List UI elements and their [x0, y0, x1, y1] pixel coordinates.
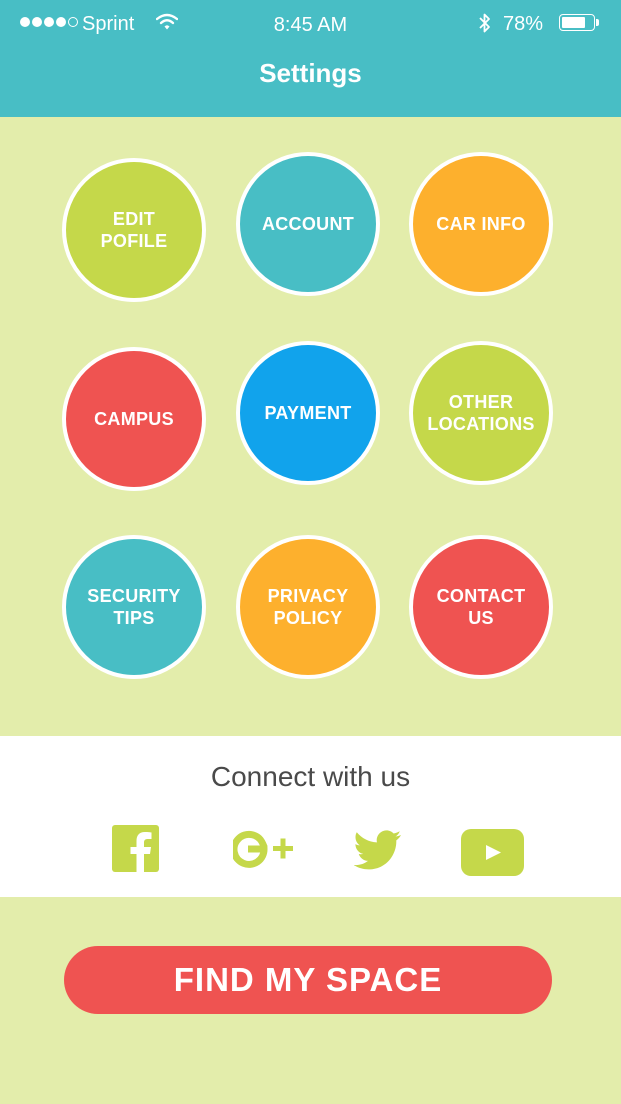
menu-item-label: CAR INFO — [436, 214, 526, 234]
menu-item-other-locations[interactable]: OTHER LOCATIONS — [409, 341, 553, 485]
menu-item-label: SECURITY TIPS — [87, 586, 181, 628]
status-bar: Sprint 8:45 AM 78% — [0, 0, 621, 48]
battery-percentage: 78% — [503, 13, 544, 35]
menu-item-contact-us[interactable]: CONTACT US — [409, 535, 553, 679]
header-bar: Sprint 8:45 AM 78% Settings — [0, 0, 621, 117]
menu-item-payment[interactable]: PAYMENT — [236, 341, 380, 485]
menu-item-label: EDIT POFILE — [100, 209, 168, 251]
facebook-icon[interactable] — [112, 825, 159, 877]
find-my-space-button[interactable]: FIND MY SPACE — [64, 946, 552, 1014]
menu-item-label: ACCOUNT — [261, 214, 355, 234]
menu-item-label: CONTACT US — [436, 586, 526, 628]
menu-item-label: PAYMENT — [264, 403, 352, 423]
youtube-icon[interactable] — [461, 829, 524, 881]
battery-icon — [559, 14, 595, 31]
page-title: Settings — [259, 58, 362, 88]
bluetooth-icon — [478, 11, 492, 40]
menu-item-campus[interactable]: CAMPUS — [62, 347, 206, 491]
connect-section: Connect with us — [0, 736, 621, 897]
menu-item-security-tips[interactable]: SECURITY TIPS — [62, 535, 206, 679]
google-plus-icon[interactable] — [230, 828, 293, 873]
menu-item-label: OTHER LOCATIONS — [427, 392, 535, 434]
menu-item-edit-pofile[interactable]: EDIT POFILE — [62, 158, 206, 302]
menu-item-label: CAMPUS — [94, 409, 174, 429]
menu-item-privacy-policy[interactable]: PRIVACY POLICY — [236, 535, 380, 679]
menu-item-account[interactable]: ACCOUNT — [236, 152, 380, 296]
twitter-icon[interactable] — [353, 830, 402, 875]
connect-title: Connect with us — [210, 761, 411, 792]
menu-item-label: PRIVACY POLICY — [267, 586, 349, 628]
menu-item-car-info[interactable]: CAR INFO — [409, 152, 553, 296]
